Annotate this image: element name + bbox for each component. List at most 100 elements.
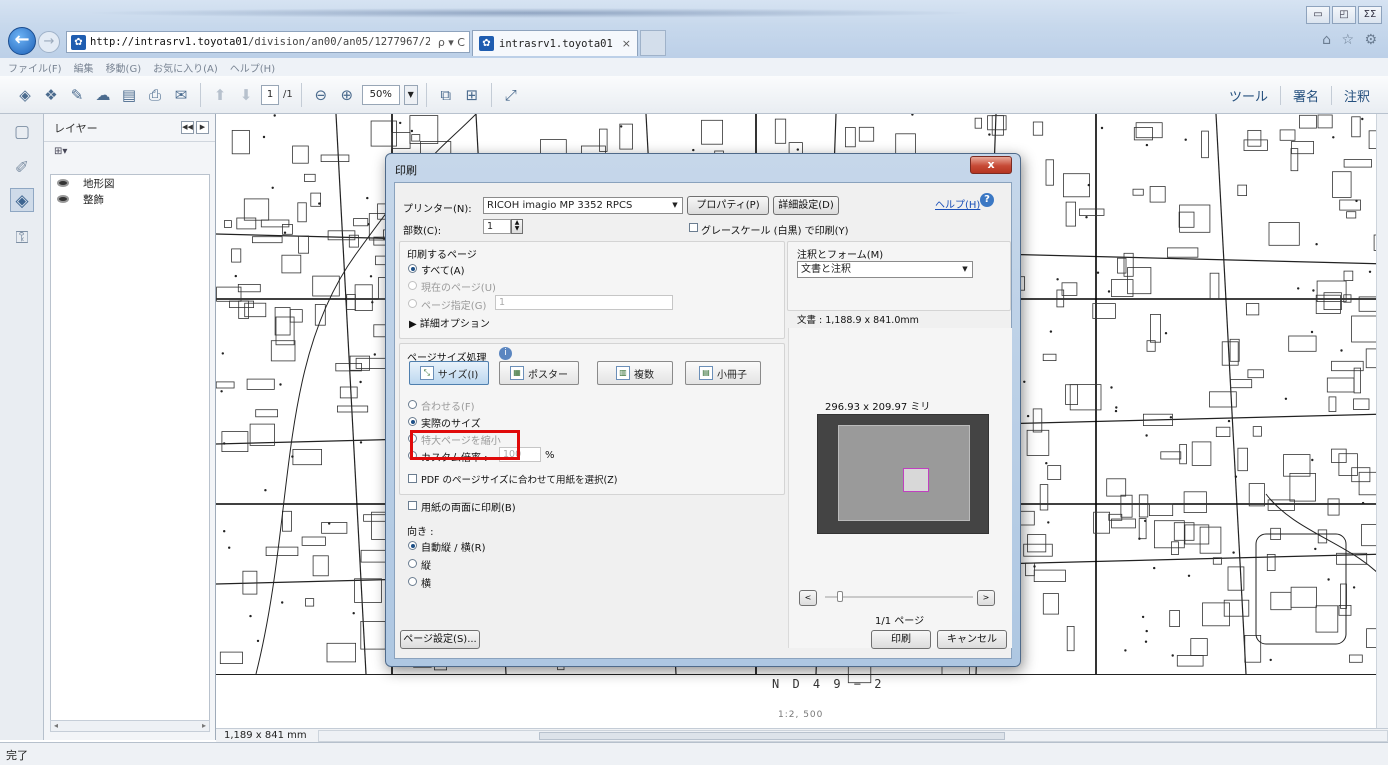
signatures-icon[interactable]: ⚿ [10,226,34,250]
advanced-button[interactable]: 詳細設定(D) [773,196,839,215]
vertical-scrollbar[interactable] [1376,114,1388,728]
booklet-mode-button[interactable]: ▤ 小冊子 [685,361,761,385]
more-options-toggle[interactable]: ▶ 詳細オプション [409,315,490,330]
printer-select[interactable]: RICOH imagio MP 3352 RPCS ▼ [483,197,683,214]
create-icon[interactable]: ◈ [14,84,36,106]
browser-right-icons[interactable]: ⌂ ☆ ⚙ [1322,32,1380,48]
menu-go[interactable]: 移動(G) [106,60,142,75]
orientation-portrait-label: 縦 [421,561,431,572]
cancel-button[interactable]: キャンセル [937,630,1007,649]
layer-row[interactable]: 地形図 [51,175,209,191]
dialog-close-button[interactable]: x [970,156,1012,174]
print-icon[interactable]: ⎙ [144,84,166,106]
properties-button[interactable]: プロパティ(P) [687,196,769,215]
attachments-icon[interactable]: ✐ [10,156,34,180]
url-text[interactable]: http://intrasrv1.toyota01/division/an00/… [90,36,430,48]
next-preview-button[interactable]: > [977,590,995,606]
page-range-input[interactable]: 1 [495,295,673,310]
edit-icon[interactable]: ✎ [66,84,88,106]
preview-slider-track[interactable] [825,596,973,598]
sign-panel-link[interactable]: 署名 [1279,85,1331,105]
duplex-checkbox[interactable] [408,501,417,510]
help-link[interactable]: ヘルプ(H) [935,196,980,211]
layer-options-menu[interactable]: ⊞▾ [44,142,215,164]
current-page-radio[interactable] [408,281,417,290]
cloud-upload-icon[interactable]: ☁ [92,84,114,106]
zoom-in-icon[interactable]: ⊕ [336,84,358,106]
page-setup-button[interactable]: ページ設定(S)... [400,630,480,649]
tools-panel-link[interactable]: ツール [1217,86,1280,105]
current-page-label: 現在のページ(U) [421,283,496,294]
email-icon[interactable]: ✉ [170,84,192,106]
page-number-input[interactable]: 1 [261,84,279,105]
forward-button[interactable]: → [38,31,60,53]
zoom-dropdown-icon[interactable]: ▼ [403,84,418,105]
poster-mode-button[interactable]: ▦ ポスター [499,361,579,385]
info-icon[interactable]: i [499,347,512,360]
comment-panel-link[interactable]: 注釈 [1330,85,1382,105]
page-thumbnails-icon[interactable]: ▢ [10,120,34,144]
page-size-label: 1,189 x 841 mm [224,730,307,741]
dialog-title: 印刷 [395,164,417,177]
layer-panel-scrollbar[interactable]: ◂ ▸ [50,720,210,732]
browser-tab[interactable]: ✿ intrasrv1.toyota01 × [472,30,638,56]
menu-edit[interactable]: 編集 [74,60,94,75]
comments-select[interactable]: 文書と注釈 ▼ [797,261,973,278]
back-button[interactable]: ← [8,27,36,55]
address-bar[interactable]: ✿ http://intrasrv1.toyota01/division/an0… [66,31,470,53]
orientation-landscape-radio[interactable] [408,577,417,586]
zoom-input[interactable]: 50% [361,84,400,105]
minimize-button[interactable]: ▭ [1306,6,1330,24]
comments-label: 注釈とフォーム(M) [797,250,884,261]
new-tab-button[interactable] [640,30,666,56]
grayscale-label: グレースケール (白黒) で印刷(Y) [701,226,849,237]
copies-stepper[interactable]: ▲ ▼ [511,219,523,234]
zoom-out-icon[interactable]: ⊖ [310,84,332,106]
map-scale: 1:2, 500 [778,710,824,720]
tab-close-icon[interactable]: × [622,37,631,50]
pdf-paper-size-checkbox[interactable] [408,474,417,483]
orientation-portrait-radio[interactable] [408,559,417,568]
navigation-rail: ▢ ✐ ◈ ⚿ [0,114,44,740]
grayscale-checkbox[interactable] [689,223,698,232]
eye-icon[interactable] [57,179,69,187]
multiple-mode-button[interactable]: ▥ 複数 [597,361,673,385]
layer-row[interactable]: 整飾 [51,191,209,207]
prev-page-icon[interactable]: ⬆ [209,84,231,106]
orientation-auto-radio[interactable] [408,541,417,550]
expand-panel-icon[interactable]: ▶ [196,121,209,134]
layers-icon[interactable]: ◈ [10,188,34,212]
pdf-toolbar: ◈ ❖ ✎ ☁ ▤ ⎙ ✉ ⬆ ⬇ 1 /1 ⊖ ⊕ 50% ▼ ⧉ ⊞ ⤢ ツ… [0,76,1388,114]
collapse-panel-icon[interactable]: ◀◀ [181,121,194,134]
help-icon[interactable]: ? [980,193,994,207]
page-range-radio[interactable] [408,299,417,308]
horizontal-scrollbar[interactable] [318,729,1388,742]
next-page-icon[interactable]: ⬇ [235,84,257,106]
eye-icon[interactable] [57,195,69,203]
actual-size-radio[interactable] [408,417,417,426]
fit-radio[interactable] [408,400,417,409]
fit-width-icon[interactable]: ⊞ [461,84,483,106]
menu-favorites[interactable]: お気に入り(A) [153,60,218,75]
scroll-left-icon[interactable]: ◂ [54,721,58,731]
preview-slider-thumb[interactable] [837,591,843,602]
restore-button[interactable]: ◰ [1332,6,1356,24]
scrollbar-thumb[interactable] [539,731,1005,740]
orientation-auto-label: 自動縦 / 横(R) [421,543,486,554]
copies-input[interactable]: 1 [483,219,511,234]
combine-icon[interactable]: ❖ [40,84,62,106]
close-window-button[interactable]: ΣΣ [1358,6,1382,24]
map-border-line [216,674,1388,675]
print-button[interactable]: 印刷 [871,630,931,649]
scroll-right-icon[interactable]: ▸ [202,721,206,731]
fit-page-icon[interactable]: ⧉ [435,84,457,106]
menu-file[interactable]: ファイル(F) [8,60,62,75]
menu-help[interactable]: ヘルプ(H) [230,60,275,75]
save-icon[interactable]: ▤ [118,84,140,106]
tab-title: intrasrv1.toyota01 [499,37,613,50]
fullscreen-icon[interactable]: ⤢ [500,84,522,106]
size-mode-button[interactable]: ⤡ サイズ(I) [409,361,489,385]
all-pages-radio[interactable] [408,264,417,273]
prev-preview-button[interactable]: < [799,590,817,606]
address-actions[interactable]: ρ ▾ C [434,36,469,49]
